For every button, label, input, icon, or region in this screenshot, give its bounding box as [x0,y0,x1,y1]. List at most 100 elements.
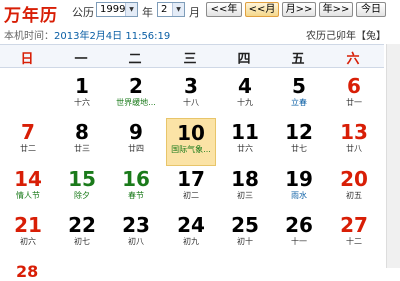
day-number: 19 [285,167,313,191]
next-month-button[interactable]: 月>> [282,2,316,17]
lunar-year-label: 农历己卯年【兔】 [306,31,386,42]
day-cell[interactable]: 14 情人节 [3,165,53,213]
day-cell[interactable]: 4 十九 [220,72,270,120]
day-cell[interactable]: 20 初五 [329,165,379,213]
local-time: 本机时间：2013年2月4日 11:56:19 [4,27,170,42]
weekday-header: 日 一 二 三 四 五 六 [0,44,384,68]
day-number: 10 [177,121,205,145]
weekday-thu: 四 [237,52,251,67]
lunar-label: 廿六 [237,144,253,153]
day-number: 27 [340,213,368,237]
day-number: 7 [21,120,35,144]
day-cell[interactable]: 21 初六 [3,211,53,259]
day-cell[interactable]: 27 十二 [329,211,379,259]
day-cell[interactable]: 24 初九 [166,211,216,259]
day-number: 24 [177,213,205,237]
lunar-label: 廿三 [74,144,90,153]
month-select-value: 2 [161,4,168,15]
lunar-label: 除夕 [74,191,90,200]
day-cell[interactable]: 9 廿四 [111,118,161,166]
day-number: 18 [231,167,259,191]
calendar-type-label: 公历 [72,6,94,19]
day-number: 8 [75,120,89,144]
day-cell[interactable]: 7 廿二 [3,118,53,166]
lunar-label: 廿四 [128,144,144,153]
month-select[interactable]: 2 ▼ [157,2,185,17]
day-number: 9 [129,120,143,144]
day-number: 26 [285,213,313,237]
month-unit-label: 月 [189,6,200,19]
day-cell[interactable]: 5 立春 [274,72,324,120]
lunar-label: 廿一 [346,98,362,107]
weekday-wed: 三 [183,52,197,67]
day-cell[interactable]: 13 廿八 [329,118,379,166]
day-cell[interactable]: 22 初七 [57,211,107,259]
day-cell[interactable]: 12 廿七 [274,118,324,166]
chevron-down-icon: ▼ [172,3,184,16]
lunar-label: 初十 [237,237,253,246]
day-number: 6 [347,74,361,98]
local-time-label: 本机时间： [4,31,54,42]
day-number: 23 [122,213,150,237]
day-cell[interactable]: 3 十八 [166,72,216,120]
lunar-label: 十八 [183,98,199,107]
day-cell[interactable]: 18 初三 [220,165,270,213]
day-cell[interactable]: 8 廿三 [57,118,107,166]
lunar-label: 雨水 [291,191,307,200]
prev-month-button[interactable]: <<月 [245,2,279,17]
day-cell[interactable]: 25 初十 [220,211,270,259]
lunar-label: 廿七 [291,144,307,153]
lunar-label: 十六 [74,98,90,107]
lunar-label: 十九 [237,98,253,107]
day-cell[interactable]: 17 初二 [166,165,216,213]
day-number: 2 [129,74,143,98]
weekday-fri: 五 [291,52,305,67]
today-button[interactable]: 今日 [356,2,386,17]
day-number: 15 [68,167,96,191]
lunar-label: 情人节 [16,191,40,200]
lunar-label: 廿八 [346,144,362,153]
lunar-label: 初八 [128,237,144,246]
lunar-label: 十二 [346,237,362,246]
day-cell[interactable]: 19 雨水 [274,165,324,213]
day-number: 14 [14,167,42,191]
lunar-label: 国际气象... [171,145,211,154]
prev-year-button[interactable]: <<年 [206,2,242,17]
lunar-label: 初九 [183,237,199,246]
lunar-label: 初七 [74,237,90,246]
lunar-label: 初六 [20,237,36,246]
day-cell[interactable]: 6 廿一 [329,72,379,120]
day-cell[interactable]: 2 世界缓地... [111,72,161,120]
day-cell-today[interactable]: 10 国际气象... [166,118,216,166]
day-cell[interactable]: 23 初八 [111,211,161,259]
day-number: 20 [340,167,368,191]
day-number-partial[interactable]: 28 [16,262,38,281]
lunar-label: 十一 [291,237,307,246]
lunar-label: 廿二 [20,144,36,153]
lunar-label: 初五 [346,191,362,200]
day-number: 17 [177,167,205,191]
day-number: 16 [122,167,150,191]
app-title: 万年历 [4,6,58,26]
chevron-down-icon: ▼ [125,3,137,16]
weekday-tue: 二 [128,52,142,67]
year-select-value: 1999 [100,4,126,15]
lunar-label: 立春 [291,98,307,107]
day-cell[interactable]: 15 除夕 [57,165,107,213]
lunar-label: 初三 [237,191,253,200]
weekday-sat: 六 [346,52,360,67]
vertical-scrollbar[interactable] [386,44,400,268]
year-unit-label: 年 [142,6,153,19]
day-number: 21 [14,213,42,237]
day-number: 3 [184,74,198,98]
day-number: 4 [238,74,252,98]
day-cell[interactable]: 11 廿六 [220,118,270,166]
day-cell[interactable]: 1 十六 [57,72,107,120]
day-cell[interactable]: 16 春节 [111,165,161,213]
lunar-label: 世界缓地... [116,98,156,107]
day-number: 25 [231,213,259,237]
day-number: 22 [68,213,96,237]
next-year-button[interactable]: 年>> [319,2,353,17]
year-select[interactable]: 1999 ▼ [96,2,138,17]
day-cell[interactable]: 26 十一 [274,211,324,259]
